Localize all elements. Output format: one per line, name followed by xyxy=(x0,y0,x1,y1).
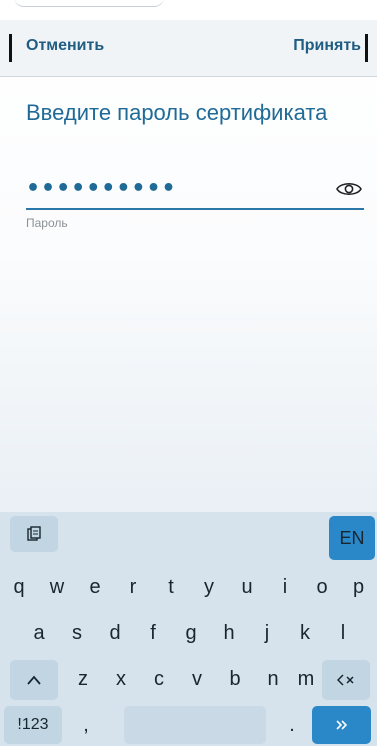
page-title: Введите пароль сертификата xyxy=(26,100,328,125)
key-s[interactable]: s xyxy=(58,612,96,654)
left-edge-bar xyxy=(9,34,12,62)
key-u[interactable]: u xyxy=(228,566,266,608)
top-status-fragment xyxy=(0,0,377,10)
key-o[interactable]: o xyxy=(304,566,340,608)
key-y[interactable]: y xyxy=(190,566,228,608)
key-w[interactable]: w xyxy=(38,566,76,608)
dialog-header: Отменить Принять xyxy=(0,20,377,77)
key-k[interactable]: k xyxy=(286,612,324,654)
clipboard-key[interactable] xyxy=(10,516,58,552)
password-field[interactable]: •••••••••• xyxy=(26,172,364,210)
shift-key[interactable] xyxy=(10,660,58,700)
key-p[interactable]: p xyxy=(340,566,377,608)
key-i[interactable]: i xyxy=(266,566,304,608)
key-l[interactable]: l xyxy=(324,612,362,654)
key-comma[interactable]: , xyxy=(64,706,108,744)
backspace-icon xyxy=(337,674,354,686)
clipboard-icon xyxy=(27,526,41,541)
enter-key[interactable] xyxy=(312,706,371,744)
key-v[interactable]: v xyxy=(178,658,216,700)
key-x[interactable]: x xyxy=(102,658,140,700)
key-r[interactable]: r xyxy=(114,566,152,608)
key-period[interactable]: . xyxy=(274,706,310,744)
caret-up-icon xyxy=(27,675,41,685)
key-b[interactable]: b xyxy=(216,658,254,700)
key-g[interactable]: g xyxy=(172,612,210,654)
space-key[interactable] xyxy=(124,706,266,744)
key-h[interactable]: h xyxy=(210,612,248,654)
key-f[interactable]: f xyxy=(134,612,172,654)
key-m[interactable]: m xyxy=(288,658,324,700)
key-j[interactable]: j xyxy=(248,612,286,654)
language-key[interactable]: EN xyxy=(329,516,375,560)
status-bar-fragment xyxy=(14,0,164,7)
password-input-value[interactable]: •••••••••• xyxy=(26,176,177,201)
backspace-key[interactable] xyxy=(322,660,370,700)
key-a[interactable]: a xyxy=(20,612,58,654)
eye-icon[interactable] xyxy=(336,180,362,198)
right-edge-bar xyxy=(365,34,368,62)
key-z[interactable]: z xyxy=(64,658,102,700)
key-t[interactable]: t xyxy=(152,566,190,608)
key-q[interactable]: q xyxy=(0,566,38,608)
password-field-label: Пароль xyxy=(26,216,68,230)
key-e[interactable]: e xyxy=(76,566,114,608)
accept-button[interactable]: Принять xyxy=(293,37,361,55)
key-d[interactable]: d xyxy=(96,612,134,654)
on-screen-keyboard: EN q w e r t y u i o p a s d f g h j k l… xyxy=(0,512,377,746)
key-c[interactable]: c xyxy=(140,658,178,700)
cancel-button[interactable]: Отменить xyxy=(26,37,104,55)
double-chevron-right-icon xyxy=(335,720,347,730)
symbols-key[interactable]: !123 xyxy=(4,706,62,744)
key-n[interactable]: n xyxy=(254,658,292,700)
